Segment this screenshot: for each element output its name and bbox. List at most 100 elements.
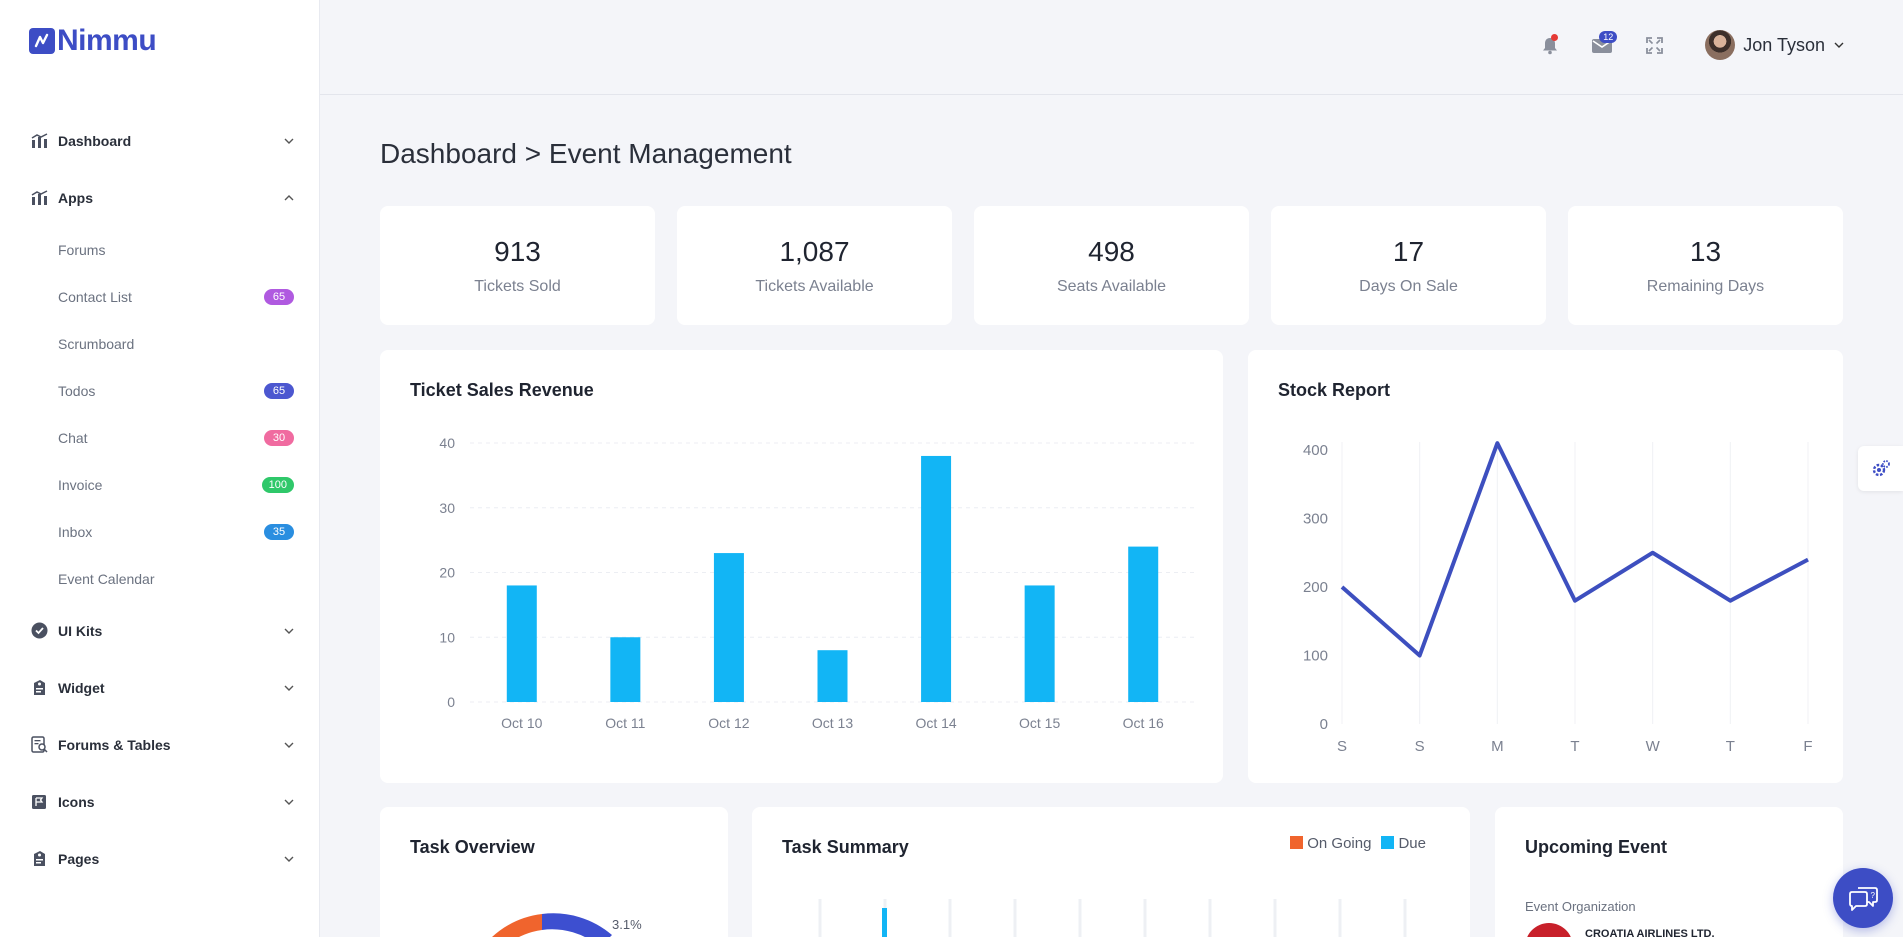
- bar: [1024, 585, 1055, 702]
- task-summary-bar: [882, 908, 887, 937]
- event-row[interactable]: CROATIA AIRLINES LTD.: [1525, 923, 1715, 937]
- check-circle-icon: [30, 622, 48, 640]
- x-tick-label: Oct 13: [812, 715, 853, 731]
- sidebar-item-pages[interactable]: Pages: [0, 830, 320, 887]
- fullscreen-button[interactable]: [1639, 30, 1669, 60]
- count-badge: 35: [264, 523, 294, 540]
- document-search-icon: [30, 736, 48, 754]
- sidebar-item-label: Forums & Tables: [58, 736, 171, 753]
- sidebar-item-invoice[interactable]: Invoice 100: [0, 461, 320, 508]
- x-tick-label: Oct 15: [1019, 715, 1060, 731]
- logo-mark-icon: [29, 28, 55, 54]
- expand-icon: [1645, 36, 1663, 54]
- count-badge: 65: [264, 288, 294, 305]
- y-tick-label: 0: [447, 694, 455, 710]
- sidebar-item-apps[interactable]: Apps: [0, 169, 320, 226]
- y-tick-label: 30: [439, 500, 455, 516]
- stat-value: 913: [494, 235, 541, 267]
- flag-icon: [30, 793, 48, 811]
- x-tick-label: Oct 12: [708, 715, 749, 731]
- x-tick-label: Oct 11: [605, 715, 645, 731]
- card-title: Upcoming Event: [1525, 837, 1668, 857]
- task-summary-chart: [818, 899, 1407, 937]
- sidebar-item-icons[interactable]: Icons: [0, 773, 320, 830]
- user-menu[interactable]: Jon Tyson: [1705, 30, 1845, 60]
- brand-logo[interactable]: Nimmu: [29, 24, 157, 58]
- y-tick-label: 400: [1303, 442, 1328, 459]
- stat-value: 17: [1392, 235, 1425, 267]
- sidebar-subitem-label: Invoice: [58, 476, 103, 493]
- bar: [817, 650, 848, 702]
- support-chat-button[interactable]: ?: [1833, 868, 1893, 928]
- x-tick-label: Oct 14: [915, 715, 956, 731]
- sidebar-item-dashboard[interactable]: Dashboard: [0, 112, 320, 169]
- settings-panel-toggle[interactable]: [1858, 446, 1903, 491]
- sidebar-item-label: Apps: [58, 189, 93, 206]
- stat-label: Seats Available: [1056, 277, 1167, 295]
- chart-icon: [30, 189, 48, 207]
- chevron-down-icon: [284, 856, 294, 862]
- y-tick-label: 20: [439, 565, 455, 581]
- x-tick-label: T: [1570, 738, 1579, 755]
- sidebar-item-chat[interactable]: Chat 30: [0, 414, 320, 461]
- sidebar-item-scrumboard[interactable]: Scrumboard: [0, 320, 320, 367]
- task-overview-donut: [492, 913, 612, 937]
- sidebar-nav: Dashboard Apps Forums Contact List 65 Sc…: [0, 112, 320, 887]
- sidebar-item-label: Pages: [58, 850, 100, 867]
- mail-count-badge: 12: [1599, 31, 1618, 43]
- sidebar-item-label: Widget: [58, 679, 105, 696]
- chevron-down-icon: [284, 685, 294, 691]
- x-tick-label: S: [1337, 738, 1347, 755]
- stat-value: 13: [1689, 235, 1722, 267]
- x-tick-label: M: [1491, 738, 1504, 755]
- notifications-button[interactable]: [1535, 30, 1565, 60]
- stat-value: 498: [1088, 235, 1135, 267]
- donut-segment-orange: [492, 914, 542, 937]
- y-tick-label: 300: [1303, 511, 1328, 528]
- stat-label: Tickets Available: [755, 277, 874, 295]
- sidebar: Nimmu Dashboard Apps Forums Contact List…: [0, 0, 320, 937]
- stat-label: Days On Sale: [1359, 277, 1458, 295]
- sidebar-item-forums-tables[interactable]: Forums & Tables: [0, 716, 320, 773]
- avatar: [1705, 30, 1736, 60]
- gear-icon: [1872, 459, 1890, 476]
- sidebar-subitem-label: Scrumboard: [58, 335, 135, 352]
- messages-button[interactable]: 12: [1587, 30, 1618, 60]
- sidebar-item-contact-list[interactable]: Contact List 65: [0, 273, 320, 320]
- sidebar-subitem-label: Forums: [58, 241, 106, 258]
- sidebar-subitem-label: Chat: [58, 429, 88, 446]
- user-name: Jon Tyson: [1743, 34, 1825, 55]
- sidebar-item-event-calendar[interactable]: Event Calendar: [0, 555, 320, 602]
- stock-report-line-chart: 0 100 200 300 400 S S M T W T F: [1303, 441, 1813, 755]
- header-actions: 12 Jon Tyson: [1535, 30, 1845, 60]
- tag-icon: [30, 679, 48, 697]
- stat-card: 498 Seats Available: [974, 206, 1249, 325]
- event-logo: [1525, 923, 1573, 937]
- sidebar-subitem-label: Todos: [58, 382, 96, 399]
- y-tick-label: 200: [1303, 579, 1328, 596]
- sidebar-item-label: Icons: [58, 793, 95, 810]
- stat-card: 1,087 Tickets Available: [677, 206, 952, 325]
- bar: [713, 553, 744, 702]
- sidebar-item-label: Dashboard: [58, 132, 132, 149]
- sidebar-item-widget[interactable]: Widget: [0, 659, 320, 716]
- sidebar-item-forums[interactable]: Forums: [0, 226, 320, 273]
- bar: [610, 637, 641, 702]
- svg-text:?: ?: [1871, 891, 1876, 900]
- sidebar-item-inbox[interactable]: Inbox 35: [0, 508, 320, 555]
- event-org-name: CROATIA AIRLINES LTD.: [1585, 928, 1715, 937]
- stat-label: Remaining Days: [1646, 277, 1765, 295]
- x-tick-label: F: [1803, 738, 1812, 755]
- bar: [506, 585, 537, 702]
- chat-help-icon: ?: [1849, 887, 1878, 911]
- top-header: 12 Jon Tyson: [320, 0, 1903, 95]
- bar: [1128, 546, 1159, 702]
- chevron-down-icon: [284, 799, 294, 805]
- stat-label: Tickets Sold: [474, 277, 561, 295]
- y-tick-label: 10: [439, 629, 455, 645]
- x-tick-label: S: [1415, 738, 1425, 755]
- stat-value: 1,087: [779, 235, 850, 267]
- stats-row: 913 Tickets Sold 1,087 Tickets Available…: [380, 206, 1843, 325]
- sidebar-item-todos[interactable]: Todos 65: [0, 367, 320, 414]
- sidebar-item-ui-kits[interactable]: UI Kits: [0, 602, 320, 659]
